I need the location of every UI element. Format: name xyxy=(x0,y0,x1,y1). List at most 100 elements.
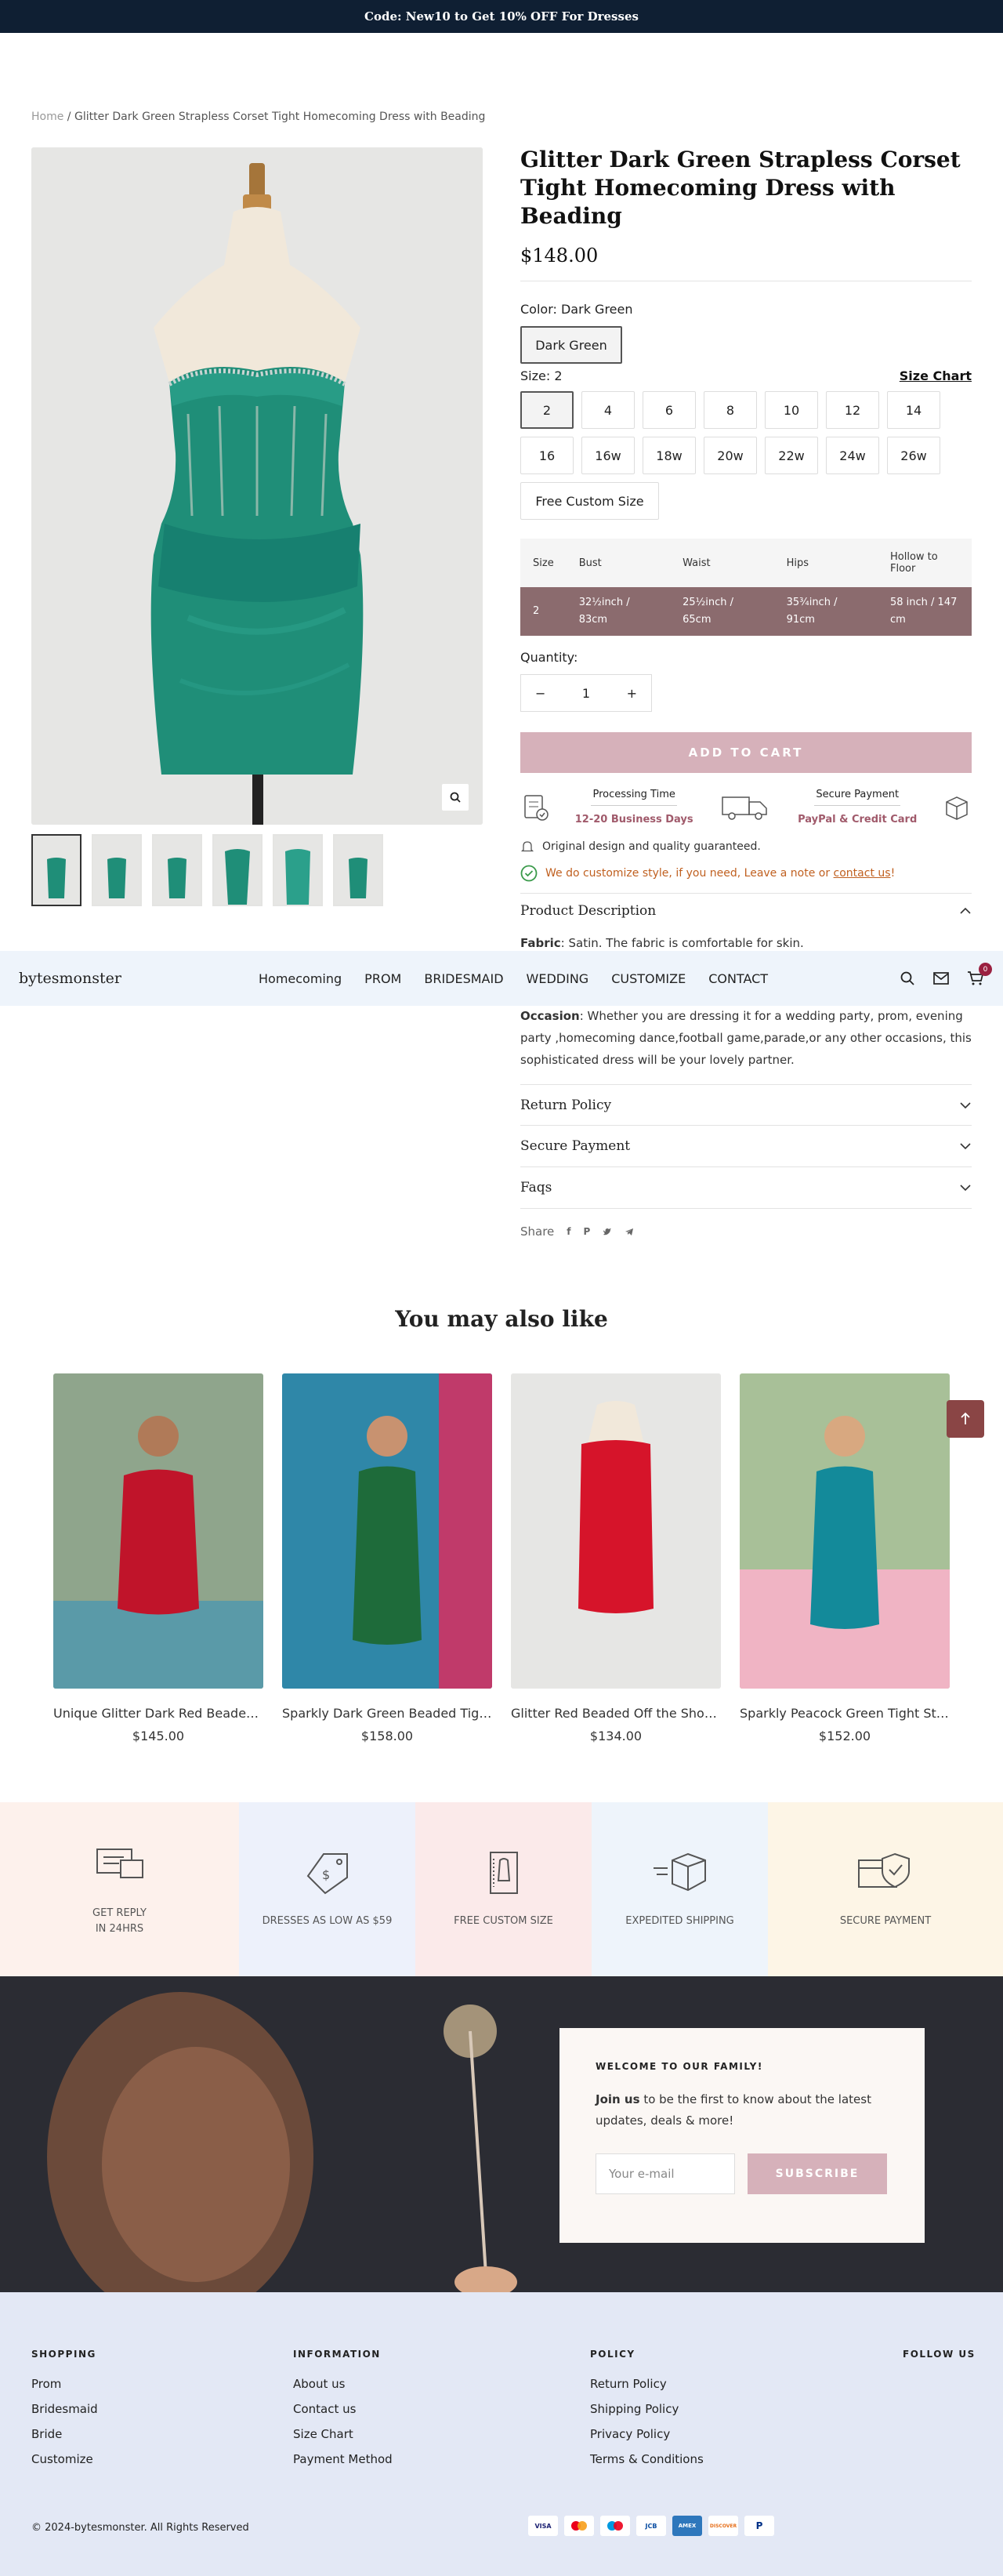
size-option[interactable]: 26w xyxy=(887,437,940,474)
quantity-label: Quantity: xyxy=(520,650,578,665)
related-products-title: You may also like xyxy=(395,1306,608,1332)
facebook-icon[interactable]: f xyxy=(567,1226,570,1237)
product-card-name[interactable]: Sparkly Peacock Green Tight Strapless Ho… xyxy=(740,1706,950,1721)
size-option[interactable]: 18w xyxy=(643,437,696,474)
nav-link-contact[interactable]: CONTACT xyxy=(708,971,768,986)
cart-button[interactable]: 0 xyxy=(967,963,992,986)
thumbnail-image[interactable] xyxy=(333,834,383,906)
size-chart-link[interactable]: Size Chart xyxy=(900,368,972,383)
breadcrumb-home-link[interactable]: Home xyxy=(31,111,63,123)
product-card-image[interactable] xyxy=(53,1373,263,1689)
size-option[interactable]: 16 xyxy=(520,437,574,474)
nav-link-bridesmaid[interactable]: BRIDESMAID xyxy=(424,971,503,986)
share-label: Share xyxy=(520,1225,555,1239)
quantity-value[interactable]: 1 xyxy=(582,686,590,701)
search-icon[interactable] xyxy=(900,971,915,986)
nav-link-prom[interactable]: PROM xyxy=(364,971,401,986)
product-card[interactable]: Sparkly Peacock Green Tight Strapless Ho… xyxy=(740,1373,950,1743)
accordion-faqs[interactable]: Faqs xyxy=(520,1167,972,1209)
amex-icon: AMEX xyxy=(672,2516,702,2536)
zoom-button[interactable] xyxy=(442,784,469,811)
footer-link[interactable]: Customize xyxy=(31,2452,98,2466)
clipboard-check-icon xyxy=(524,794,549,821)
announcement-bar: Code: New10 to Get 10% OFF For Dresses xyxy=(0,0,1003,33)
product-card-name[interactable]: Glitter Red Beaded Off the Shoulder Home… xyxy=(511,1706,721,1721)
twitter-icon[interactable] xyxy=(603,1228,612,1236)
thumbnail-image[interactable] xyxy=(92,834,142,906)
footer-link[interactable]: Return Policy xyxy=(590,2377,704,2391)
plus-icon[interactable]: + xyxy=(627,686,637,701)
size-option[interactable]: 12 xyxy=(826,391,879,429)
product-card-name[interactable]: Unique Glitter Dark Red Beaded Corset Ti… xyxy=(53,1706,263,1721)
footer-link[interactable]: Payment Method xyxy=(293,2452,393,2466)
site-logo[interactable]: bytesmonster xyxy=(19,970,238,987)
product-main-image[interactable] xyxy=(31,147,483,825)
footer-link[interactable]: Terms & Conditions xyxy=(590,2452,704,2466)
size-option[interactable]: 14 xyxy=(887,391,940,429)
telegram-icon[interactable] xyxy=(625,1228,634,1236)
email-input[interactable]: Your e-mail xyxy=(596,2153,735,2194)
info-accordions: Return Policy Secure Payment Faqs xyxy=(520,1084,972,1209)
size-option-free-custom[interactable]: Free Custom Size xyxy=(520,482,659,520)
footer-policy: POLICY Return Policy Shipping Policy Pri… xyxy=(590,2349,704,2466)
size-option[interactable]: 10 xyxy=(765,391,818,429)
size-option[interactable]: 22w xyxy=(765,437,818,474)
footer-link[interactable]: Contact us xyxy=(293,2402,393,2416)
product-card[interactable]: Sparkly Dark Green Beaded Tight Homecomi… xyxy=(282,1373,492,1743)
footer-shopping: SHOPPING Prom Bridesmaid Bride Customize xyxy=(31,2349,98,2466)
accordion-return-policy[interactable]: Return Policy xyxy=(520,1084,972,1126)
size-option[interactable]: 16w xyxy=(581,437,635,474)
thumbnail-image[interactable] xyxy=(31,834,81,906)
size-option[interactable]: 6 xyxy=(643,391,696,429)
size-option[interactable]: 20w xyxy=(704,437,757,474)
footer-link[interactable]: Privacy Policy xyxy=(590,2427,704,2441)
product-description-toggle[interactable]: Product Description xyxy=(520,903,972,919)
announcement-text: Code: New10 to Get 10% OFF For Dresses xyxy=(364,9,639,24)
color-option-dark-green[interactable]: Dark Green xyxy=(520,326,622,364)
nav-link-wedding[interactable]: WEDDING xyxy=(527,971,589,986)
subscribe-button[interactable]: SUBSCRIBE xyxy=(748,2153,887,2194)
product-card[interactable]: Unique Glitter Dark Red Beaded Corset Ti… xyxy=(53,1373,263,1743)
nav-link-homecoming[interactable]: Homecoming xyxy=(259,971,342,986)
perk-secure-payment: SECURE PAYMENT xyxy=(768,1802,1003,1976)
footer-follow: FOLLOW US xyxy=(903,2349,976,2360)
accordion-secure-payment[interactable]: Secure Payment xyxy=(520,1126,972,1167)
product-card-image[interactable] xyxy=(511,1373,721,1689)
nav-link-customize[interactable]: CUSTOMIZE xyxy=(611,971,686,986)
size-option[interactable]: 24w xyxy=(826,437,879,474)
sticky-header: bytesmonster Homecoming PROM BRIDESMAID … xyxy=(0,951,1003,1006)
scroll-to-top-button[interactable] xyxy=(947,1400,984,1438)
add-to-cart-button[interactable]: ADD TO CART xyxy=(520,732,972,773)
footer-link[interactable]: Prom xyxy=(31,2377,98,2391)
service-features: Processing Time 12-20 Business Days Secu… xyxy=(520,789,972,825)
size-option[interactable]: 8 xyxy=(704,391,757,429)
mail-icon[interactable] xyxy=(932,971,950,985)
size-option[interactable]: 4 xyxy=(581,391,635,429)
product-card-image[interactable] xyxy=(740,1373,950,1689)
header-icons: 0 xyxy=(900,963,992,986)
contact-us-link[interactable]: contact us xyxy=(834,867,891,880)
footer-link[interactable]: About us xyxy=(293,2377,393,2391)
footer-link[interactable]: Bridesmaid xyxy=(31,2402,98,2416)
product-card-price: $158.00 xyxy=(360,1729,414,1743)
product-card-name[interactable]: Sparkly Dark Green Beaded Tight Homecomi… xyxy=(282,1706,492,1721)
product-title: Glitter Dark Green Strapless Corset Tigh… xyxy=(520,147,961,229)
size-label: Size: 2 xyxy=(520,368,563,383)
chevron-up-icon xyxy=(960,907,971,914)
jcb-icon: JCB xyxy=(636,2516,666,2536)
footer-link[interactable]: Shipping Policy xyxy=(590,2402,704,2416)
product-card[interactable]: Glitter Red Beaded Off the Shoulder Home… xyxy=(511,1373,721,1743)
table-cell: 35¾inch / 91cm xyxy=(773,587,878,636)
pinterest-icon[interactable]: P xyxy=(584,1226,591,1237)
footer-link[interactable]: Bride xyxy=(31,2427,98,2441)
thumbnail-strip xyxy=(31,834,383,906)
thumbnail-image[interactable] xyxy=(212,834,263,906)
minus-icon[interactable]: − xyxy=(535,686,545,701)
footer-link[interactable]: Size Chart xyxy=(293,2427,393,2441)
size-option[interactable]: 2 xyxy=(520,391,574,429)
thumbnail-image[interactable] xyxy=(152,834,202,906)
product-card-price: $152.00 xyxy=(818,1729,871,1743)
product-card-image[interactable] xyxy=(282,1373,492,1689)
newsletter-heading: WELCOME TO OUR FAMILY! xyxy=(596,2061,763,2072)
thumbnail-image[interactable] xyxy=(273,834,323,906)
